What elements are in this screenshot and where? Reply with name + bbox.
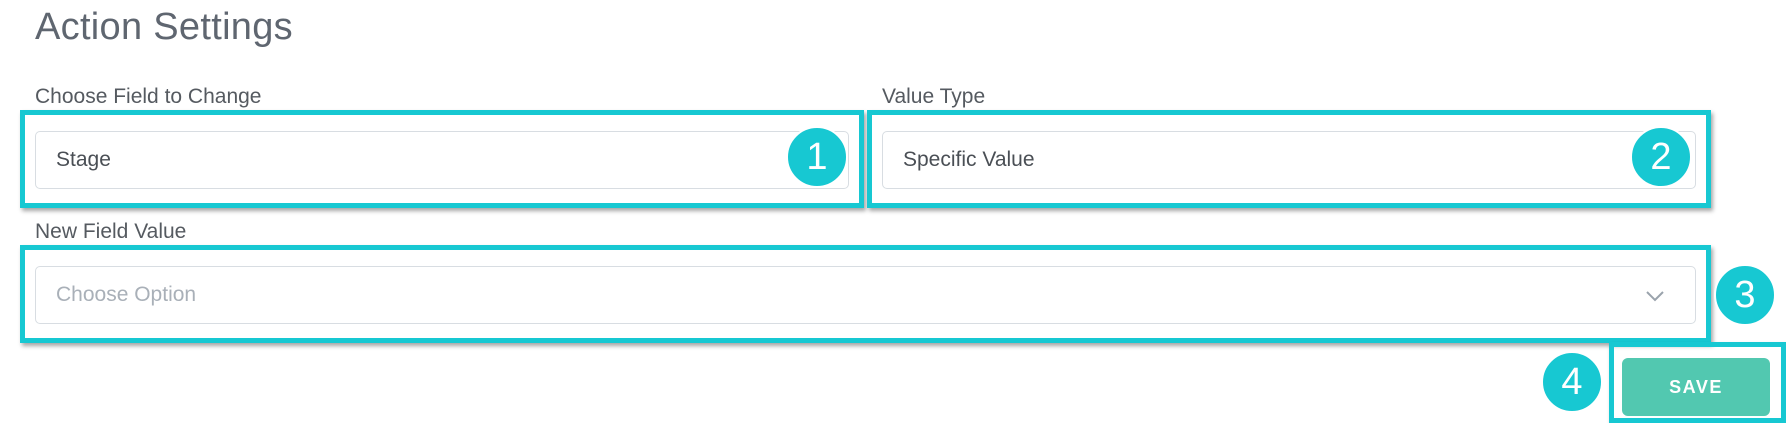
new-field-value-placeholder: Choose Option	[56, 283, 197, 306]
value-type-value: Specific Value	[903, 148, 1035, 171]
chevron-down-icon	[1646, 291, 1664, 302]
page-title: Action Settings	[35, 6, 293, 48]
value-type-label: Value Type	[882, 85, 986, 108]
field-to-change-label: Choose Field to Change	[35, 85, 262, 108]
annotation-badge-2: 2	[1630, 126, 1692, 188]
annotation-badge-1: 1	[786, 126, 848, 188]
new-field-value-dropdown[interactable]: Choose Option	[35, 266, 1696, 324]
field-to-change-value: Stage	[56, 148, 111, 171]
save-button[interactable]: SAVE	[1622, 358, 1770, 416]
field-to-change-select[interactable]: Stage	[35, 131, 849, 189]
annotation-badge-4: 4	[1541, 351, 1603, 413]
new-field-value-label: New Field Value	[35, 220, 187, 243]
annotation-badge-3: 3	[1714, 264, 1776, 326]
value-type-select[interactable]: Specific Value	[882, 131, 1696, 189]
